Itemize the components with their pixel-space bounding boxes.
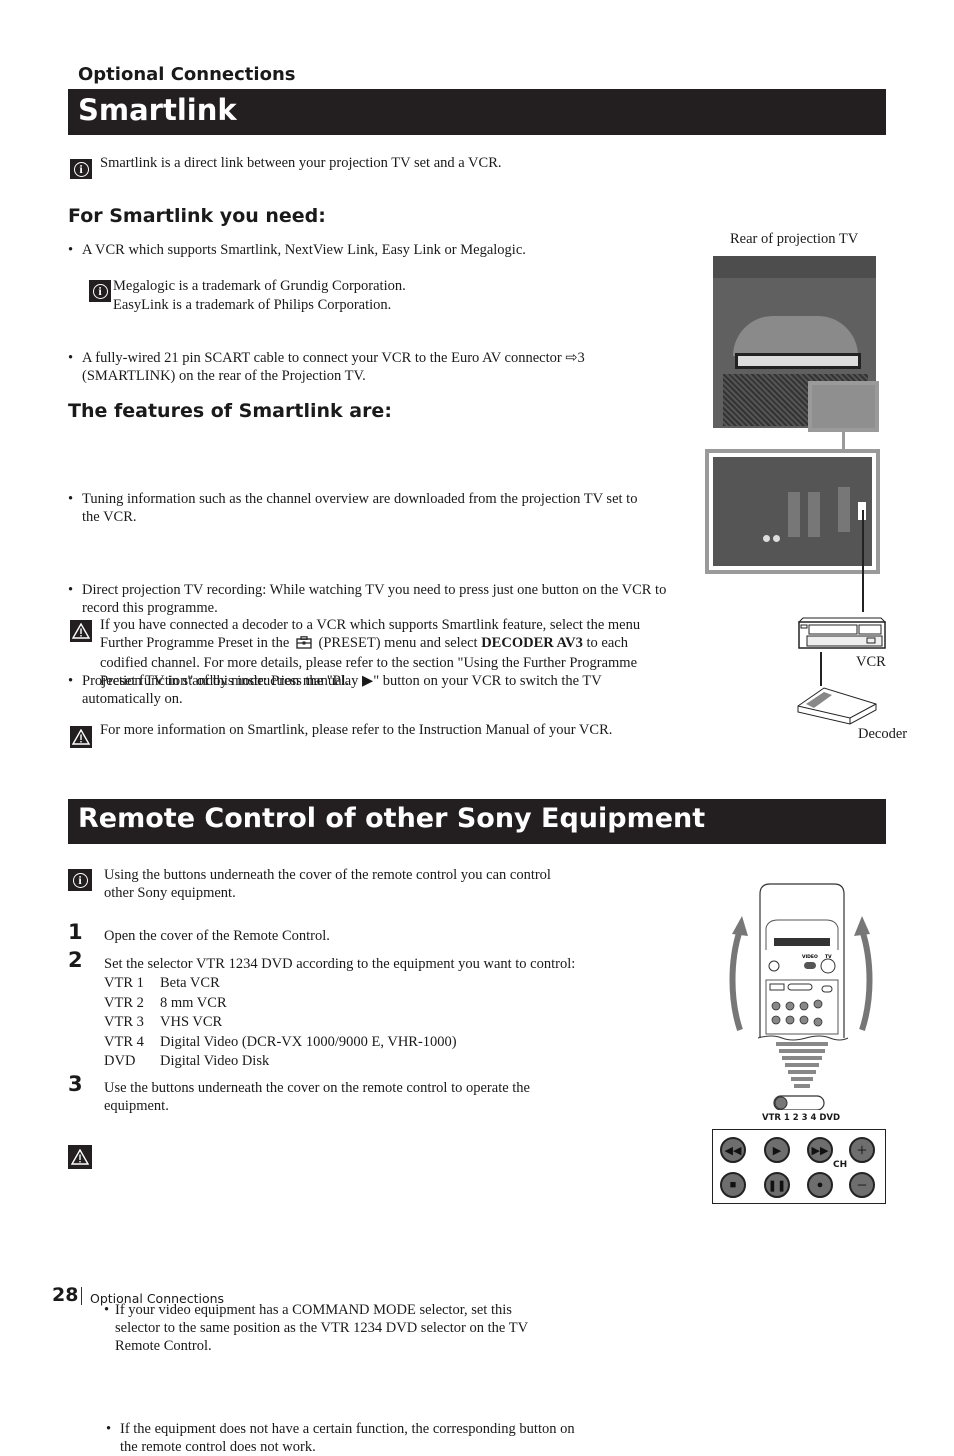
remote-intro: Using the buttons underneath the cover o…: [104, 867, 551, 901]
remote-note: If the equipment does not have a certain…: [106, 1420, 575, 1456]
step-number: 1: [68, 920, 83, 944]
need-item: A fully-wired 21 pin SCART cable to conn…: [68, 349, 647, 385]
selector-row: VTR 4 Digital Video (DCR-VX 1000/9000 E, …: [104, 1033, 457, 1050]
decoder-label: Decoder: [858, 726, 908, 742]
info-icon: i: [89, 280, 111, 302]
preset-menu-icon: [296, 636, 312, 654]
stop-button[interactable]: ■: [720, 1172, 746, 1198]
rewind-button[interactable]: ◀◀: [720, 1137, 746, 1163]
record-button[interactable]: ●: [807, 1172, 833, 1198]
selector-row: VTR 1 Beta VCR: [104, 975, 220, 991]
decoder-cable-line: [820, 652, 822, 686]
trademark-note: Megalogic is a trademark of Grundig Corp…: [113, 278, 406, 294]
pause-icon: ❚❚: [767, 1179, 787, 1192]
tv-label: TV: [825, 954, 832, 960]
fast-forward-button[interactable]: ▶▶: [807, 1137, 833, 1163]
connector-panel-frame: [705, 449, 880, 574]
section-label: Optional Connections: [78, 64, 296, 85]
selector-row: VTR 3 VHS VCR: [104, 1014, 223, 1030]
footer-section: Optional Connections: [90, 1291, 225, 1306]
selector-table: VTR 1 Beta VCR VTR 28 mm VCR VTR 3 VHS VCR…: [104, 974, 457, 1072]
selector-row: VTR 28 mm VCR: [104, 994, 227, 1011]
features-heading: The features of Smartlink are:: [68, 400, 392, 422]
decoder-warning: If you have connected a decoder to a VCR…: [100, 617, 641, 689]
rear-tv-label: Rear of projection TV: [730, 231, 859, 247]
remote-drawing: VIDEO TV: [729, 883, 873, 1111]
warning-icon: [70, 726, 92, 748]
scart-cable-line: [862, 510, 864, 612]
feature-item: Tuning information such as the channel o…: [68, 490, 657, 526]
stop-icon: ■: [729, 1179, 737, 1191]
selector-label: VTR 1 2 3 4 DVD: [762, 1113, 841, 1123]
footer-divider: [81, 1287, 82, 1305]
remote-title-bar: Remote Control of other Sony Equipment: [68, 799, 886, 844]
ch-label: CH: [833, 1160, 848, 1170]
vcr-label: VCR: [856, 654, 886, 670]
need-heading: For Smartlink you need:: [68, 205, 326, 227]
page-number: 28: [52, 1284, 79, 1306]
step-number: 2: [68, 948, 83, 972]
button-panel: ◀◀ ▶ ▶▶ + ■ ❚❚ ● − CH: [712, 1129, 886, 1204]
step-text: Use the buttons underneath the cover on …: [104, 1080, 530, 1114]
play-icon: ▶: [772, 1144, 782, 1157]
record-icon: ●: [816, 1179, 824, 1191]
rewind-icon: ◀◀: [724, 1144, 742, 1157]
warning-icon: [68, 1145, 92, 1169]
connector-panel-photo: [713, 457, 872, 566]
plus-icon: +: [856, 1139, 868, 1160]
warning-icon: [70, 620, 92, 642]
channel-down-button[interactable]: −: [849, 1172, 875, 1198]
page-title: Smartlink: [78, 93, 237, 127]
step-text: Open the cover of the Remote Control.: [104, 928, 330, 944]
trademark-note: EasyLink is a trademark of Philips Corpo…: [113, 297, 392, 313]
info-icon: i: [68, 869, 92, 891]
remote-title: Remote Control of other Sony Equipment: [78, 803, 706, 834]
smartlink-more-info: For more information on Smartlink, pleas…: [100, 722, 613, 738]
video-label: VIDEO: [802, 954, 818, 960]
remote-illustration: VIDEO TV: [722, 880, 882, 1111]
channel-up-button[interactable]: +: [849, 1137, 875, 1163]
info-icon: i: [70, 159, 92, 179]
zoom-connector-line: [842, 431, 845, 451]
remote-note: If your video equipment has a COMMAND MO…: [104, 1301, 560, 1355]
play-button[interactable]: ▶: [764, 1137, 790, 1163]
connector-zoom-frame: [808, 381, 879, 432]
smartlink-intro: Smartlink is a direct link between your …: [100, 155, 502, 171]
feature-item: Direct projection TV recording: While wa…: [68, 581, 672, 617]
pause-button[interactable]: ❚❚: [764, 1172, 790, 1198]
step-number: 3: [68, 1072, 83, 1096]
step-text: Set the selector VTR 1234 DVD according …: [104, 956, 576, 972]
decoder-illustration: [796, 684, 878, 726]
fast-forward-icon: ▶▶: [811, 1144, 829, 1157]
page-title-bar: Smartlink: [68, 89, 886, 135]
vcr-illustration: [797, 612, 887, 652]
need-item: A VCR which supports Smartlink, NextView…: [68, 241, 662, 259]
selector-row: DVD Digital Video Disk: [104, 1053, 270, 1069]
minus-icon: −: [856, 1174, 868, 1195]
